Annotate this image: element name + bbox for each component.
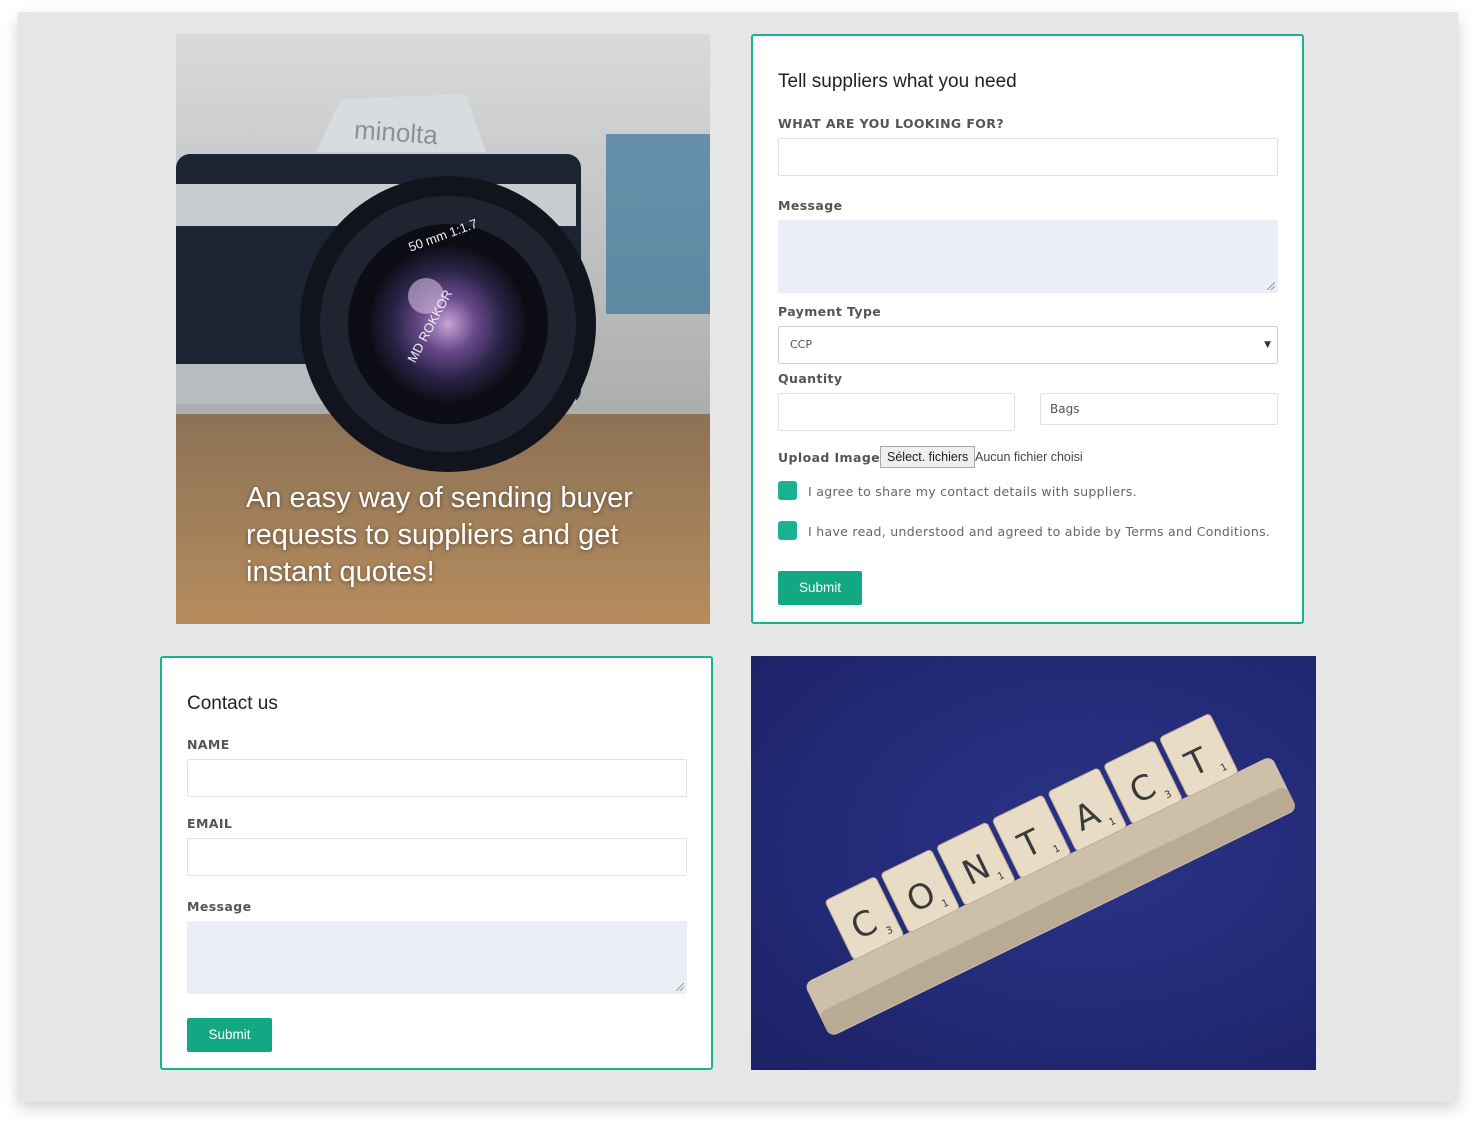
contact-message-textarea[interactable] (187, 921, 687, 994)
request-message-textarea[interactable] (778, 220, 1278, 293)
agree-share-checkbox[interactable] (778, 481, 797, 500)
agree-share-text: I agree to share my contact details with… (808, 484, 1137, 499)
upload-images-label: Upload Images (778, 450, 888, 465)
request-submit-button[interactable]: Submit (778, 571, 862, 605)
scrabble-illustration: C 3O1N 1T 1A 1C 3T 1 (806, 714, 1295, 1035)
agree-terms-checkbox[interactable] (778, 521, 797, 540)
resize-grip-icon[interactable] (1267, 282, 1275, 290)
request-message-label: Message (778, 198, 843, 213)
file-status-text: Aucun fichier choisi (975, 450, 1083, 464)
choose-files-button[interactable]: Sélect. fichiers (880, 446, 976, 468)
quantity-label: Quantity (778, 371, 843, 386)
resize-grip-icon[interactable] (676, 983, 684, 991)
looking-for-label: WHAT ARE YOU LOOKING FOR? (778, 116, 1004, 131)
contact-form-title: Contact us (187, 693, 278, 714)
contact-scrabble-image: C3O1N1T1A1C3T1 (751, 656, 1316, 1070)
quantity-input[interactable] (778, 393, 1015, 431)
email-input[interactable] (187, 838, 687, 876)
contact-form-card: Contact us NAME EMAIL Message Submit (160, 656, 713, 1070)
payment-type-value: CCP (790, 338, 812, 351)
request-form-card: Tell suppliers what you need WHAT ARE YO… (751, 34, 1304, 624)
chevron-down-icon: ▼ (1264, 340, 1271, 350)
agree-terms-text: I have read, understood and agreed to ab… (808, 524, 1271, 539)
payment-type-select[interactable]: CCP ▼ (778, 326, 1278, 364)
hero-camera-image: minolta MD ROKKOR 50 mm 1:1.7 An easy wa… (176, 34, 710, 624)
camera-brand-text: minolta (353, 114, 439, 150)
contact-submit-button[interactable]: Submit (187, 1018, 272, 1052)
email-label: EMAIL (187, 816, 233, 831)
name-input[interactable] (187, 759, 687, 797)
hero-caption: An easy way of sending buyer requests to… (246, 482, 633, 588)
contact-message-label: Message (187, 899, 252, 914)
quantity-unit-field[interactable]: Bags (1040, 393, 1278, 425)
name-label: NAME (187, 737, 230, 752)
request-form-title: Tell suppliers what you need (778, 71, 1017, 92)
looking-for-input[interactable] (778, 138, 1278, 176)
payment-type-label: Payment Type (778, 304, 882, 319)
